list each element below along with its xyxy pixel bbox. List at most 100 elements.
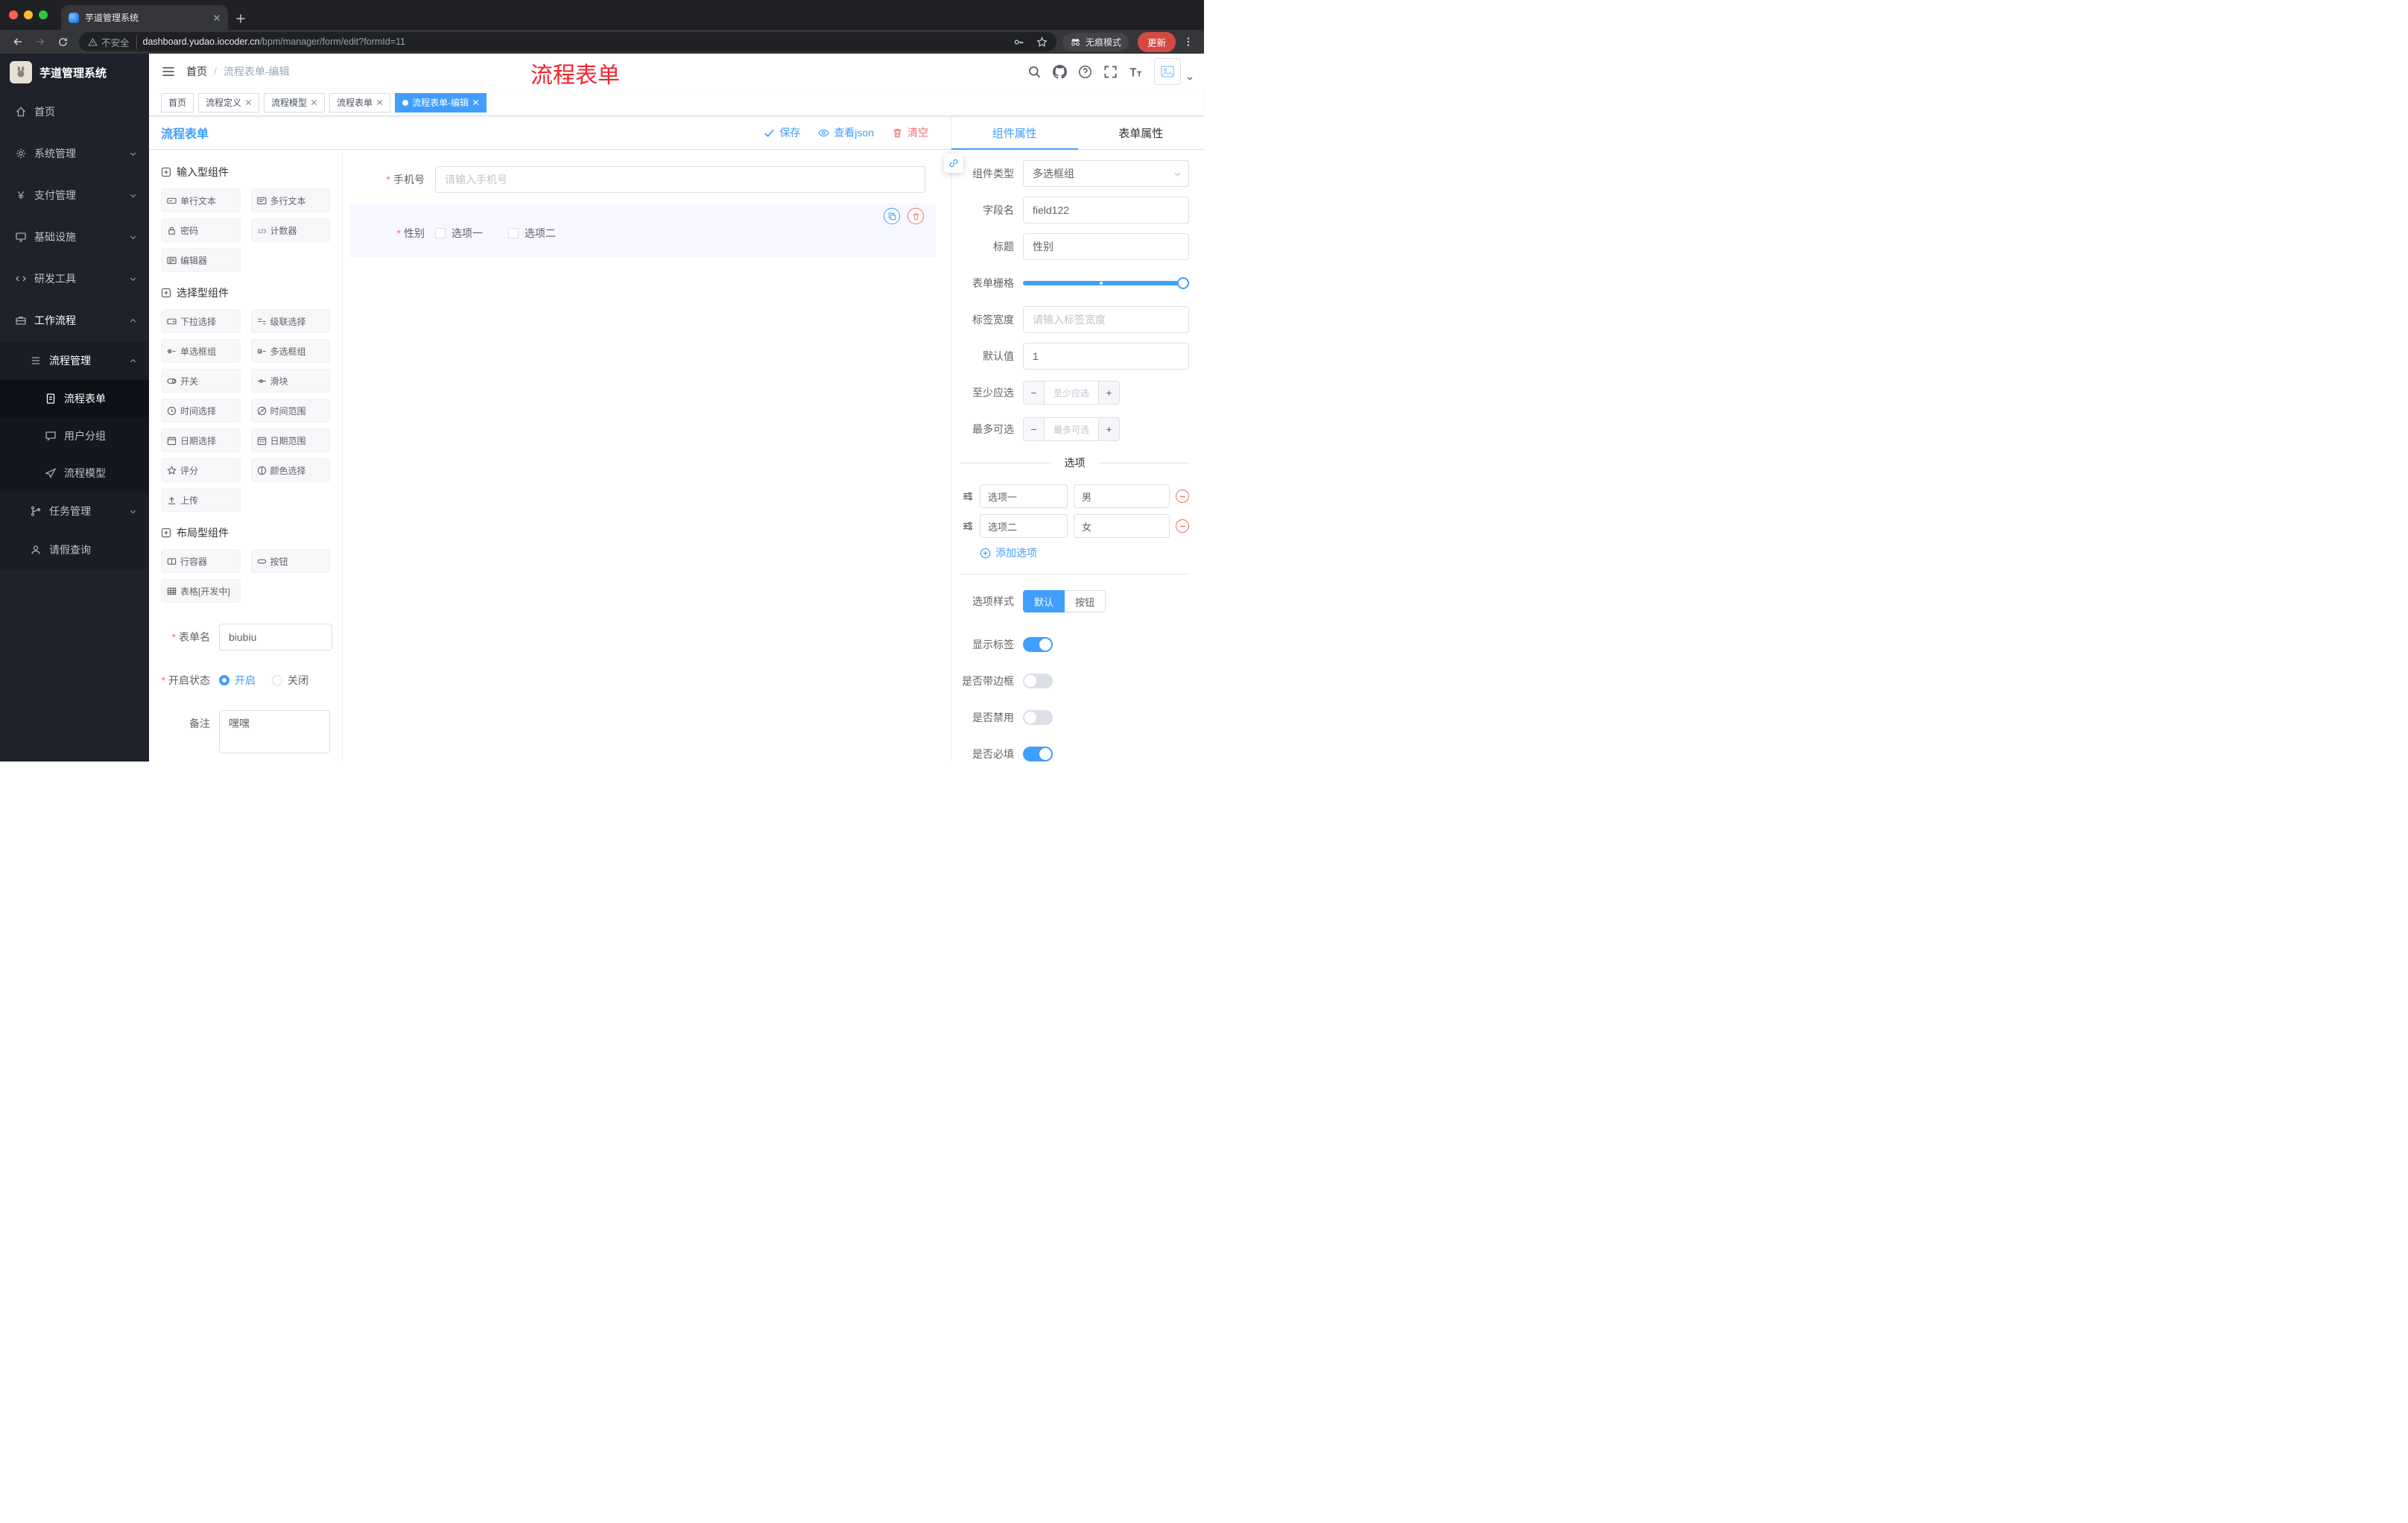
close-tag-icon[interactable] xyxy=(376,99,383,106)
palette-item-button[interactable]: 按钮 xyxy=(250,549,330,573)
sidebar-item-task-management[interactable]: 任务管理 xyxy=(0,492,149,531)
remove-option-button[interactable] xyxy=(1176,490,1189,503)
caret-down-icon[interactable] xyxy=(1186,75,1194,82)
phone-input[interactable] xyxy=(435,166,925,193)
tag-process-definition[interactable]: 流程定义 xyxy=(198,92,260,113)
option2-value-input[interactable] xyxy=(1074,514,1170,538)
minimize-window-button[interactable] xyxy=(24,10,33,19)
palette-item-editor[interactable]: 编辑器 xyxy=(161,248,241,272)
palette-item-password[interactable]: 密码 xyxy=(161,218,241,242)
bookmark-star-icon[interactable] xyxy=(1036,36,1048,48)
palette-item-upload[interactable]: 上传 xyxy=(161,488,241,512)
sidebar-item-home[interactable]: 首页 xyxy=(0,91,149,133)
slider-handle[interactable] xyxy=(1177,277,1189,289)
gender-option2-checkbox[interactable]: 选项二 xyxy=(508,226,556,241)
required-switch[interactable] xyxy=(1023,747,1053,762)
show-label-switch[interactable] xyxy=(1023,637,1053,652)
plus-icon[interactable]: + xyxy=(1098,381,1119,404)
tag-home[interactable]: 首页 xyxy=(161,92,194,113)
field-name-input[interactable] xyxy=(1023,197,1189,224)
sidebar-item-payment[interactable]: ¥ 支付管理 xyxy=(0,174,149,216)
tag-process-model[interactable]: 流程模型 xyxy=(264,92,326,113)
sidebar-item-user-group[interactable]: 用户分组 xyxy=(0,417,149,455)
delete-widget-button[interactable] xyxy=(907,208,924,224)
sidebar-item-leave-query[interactable]: 请假查询 xyxy=(0,531,149,569)
fullscreen-icon[interactable] xyxy=(1103,65,1118,79)
sidebar-item-process-form[interactable]: 流程表单 xyxy=(0,380,149,417)
close-tag-icon[interactable] xyxy=(245,99,252,106)
option1-name-input[interactable] xyxy=(980,484,1068,508)
status-off-radio[interactable]: 关闭 xyxy=(272,673,308,688)
palette-item-multi-line-text[interactable]: 多行文本 xyxy=(250,189,330,212)
palette-item-row-container[interactable]: 行容器 xyxy=(161,549,241,573)
link-anchor-button[interactable] xyxy=(944,153,963,173)
palette-item-date-picker[interactable]: 日期选择 xyxy=(161,428,241,452)
tag-process-form-edit[interactable]: 流程表单-编辑 xyxy=(395,92,487,113)
help-icon[interactable] xyxy=(1078,65,1092,79)
sidebar-item-devtools[interactable]: 研发工具 xyxy=(0,258,149,300)
option1-value-input[interactable] xyxy=(1074,484,1170,508)
palette-item-switch[interactable]: 开关 xyxy=(161,369,241,393)
sidebar-item-process-management[interactable]: 流程管理 xyxy=(0,341,149,380)
style-button-button[interactable]: 按钮 xyxy=(1065,590,1106,612)
style-default-button[interactable]: 默认 xyxy=(1023,590,1065,612)
close-window-button[interactable] xyxy=(9,10,18,19)
drag-handle-icon[interactable] xyxy=(962,490,974,502)
palette-item-single-line-text[interactable]: 单行文本 xyxy=(161,189,241,212)
palette-item-date-range[interactable]: 日期范围 xyxy=(250,428,330,452)
form-grid-slider[interactable] xyxy=(1023,277,1189,289)
drag-handle-icon[interactable] xyxy=(962,520,974,532)
save-button[interactable]: 保存 xyxy=(764,125,800,140)
palette-item-time-range[interactable]: 时间范围 xyxy=(250,399,330,422)
disabled-switch[interactable] xyxy=(1023,710,1053,725)
form-canvas[interactable]: 手机号 xyxy=(343,150,951,762)
gender-option1-checkbox[interactable]: 选项一 xyxy=(435,226,483,241)
github-icon[interactable] xyxy=(1053,64,1067,79)
reload-button[interactable] xyxy=(52,32,73,51)
form-field-gender-selected[interactable]: 性别 选项一 选项二 xyxy=(350,203,936,257)
close-tab-icon[interactable] xyxy=(213,14,221,22)
form-remark-textarea[interactable]: 嘿嘿 xyxy=(219,710,330,753)
status-on-radio[interactable]: 开启 xyxy=(219,673,256,688)
close-tag-icon[interactable] xyxy=(472,99,479,106)
menu-collapse-icon[interactable] xyxy=(161,64,176,79)
forward-button[interactable] xyxy=(30,32,51,51)
form-field-phone[interactable]: 手机号 xyxy=(364,166,925,193)
palette-item-rate[interactable]: 评分 xyxy=(161,458,241,482)
remove-option-button[interactable] xyxy=(1176,519,1189,533)
font-size-icon[interactable] xyxy=(1129,65,1143,79)
breadcrumb-home[interactable]: 首页 xyxy=(186,64,207,79)
palette-item-select[interactable]: 下拉选择 xyxy=(161,309,241,333)
tab-component-props[interactable]: 组件属性 xyxy=(951,116,1078,150)
min-select-placeholder[interactable]: 至少应选 xyxy=(1045,381,1098,404)
palette-item-radio-group[interactable]: 单选框组 xyxy=(161,339,241,363)
minus-icon[interactable]: − xyxy=(1024,418,1045,440)
plus-icon[interactable]: + xyxy=(1098,418,1119,440)
browser-tab[interactable]: 芋道管理系统 xyxy=(61,5,228,30)
copy-widget-button[interactable] xyxy=(884,208,900,224)
password-key-icon[interactable] xyxy=(1013,37,1024,48)
sidebar-item-workflow[interactable]: 工作流程 xyxy=(0,300,149,341)
back-button[interactable] xyxy=(7,32,28,51)
palette-item-slider[interactable]: 滑块 xyxy=(250,369,330,393)
search-icon[interactable] xyxy=(1027,65,1042,79)
url-bar[interactable]: 不安全 dashboard.yudao.iocoder.cn/bpm/manag… xyxy=(79,32,1056,51)
palette-item-checkbox-group[interactable]: 多选框组 xyxy=(250,339,330,363)
browser-menu-icon[interactable] xyxy=(1183,37,1194,47)
max-select-placeholder[interactable]: 最多可选 xyxy=(1045,418,1098,440)
incognito-badge[interactable]: 无痕模式 xyxy=(1062,32,1129,51)
new-tab-button[interactable] xyxy=(235,13,246,24)
clear-button[interactable]: 清空 xyxy=(892,125,928,140)
tag-process-form[interactable]: 流程表单 xyxy=(329,92,391,113)
browser-update-button[interactable]: 更新 xyxy=(1137,31,1176,52)
default-value-input[interactable] xyxy=(1023,343,1189,370)
security-indicator[interactable]: 不安全 xyxy=(88,34,137,49)
user-avatar[interactable] xyxy=(1154,58,1181,85)
label-width-input[interactable] xyxy=(1023,306,1189,333)
view-json-button[interactable]: 查看json xyxy=(818,125,874,140)
palette-item-color-picker[interactable]: 颜色选择 xyxy=(250,458,330,482)
close-tag-icon[interactable] xyxy=(311,99,317,106)
palette-item-counter[interactable]: 123 计数器 xyxy=(250,218,330,242)
minus-icon[interactable]: − xyxy=(1024,381,1045,404)
component-type-select[interactable]: 多选框组 xyxy=(1023,160,1189,187)
